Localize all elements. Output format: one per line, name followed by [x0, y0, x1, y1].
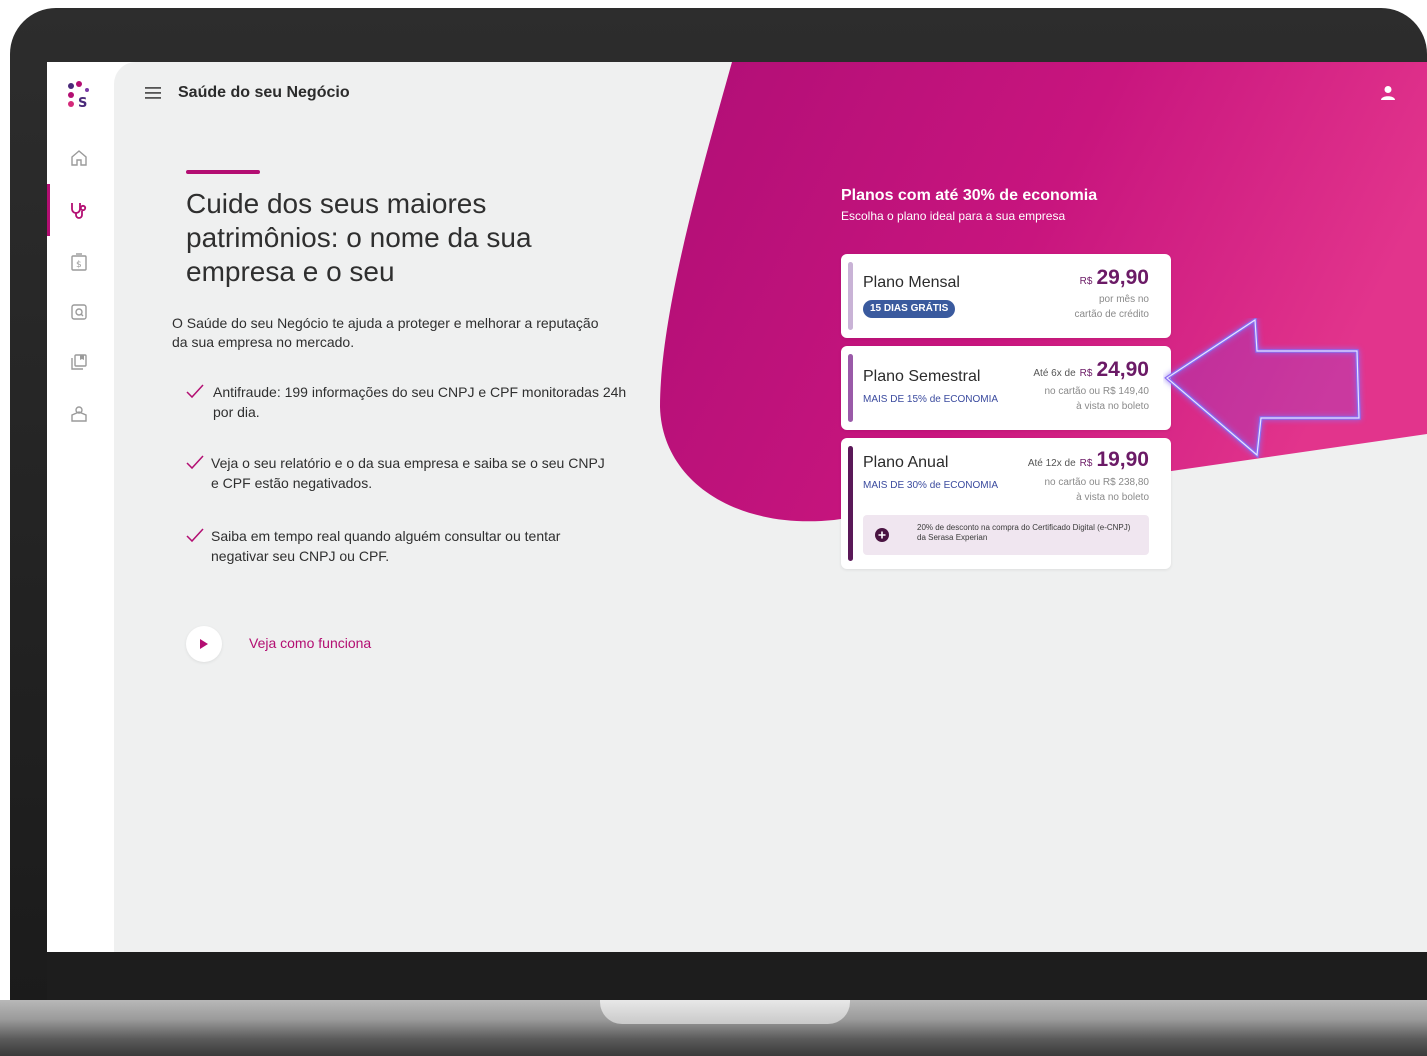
plans-subheading: Escolha o plano ideal para a sua empresa: [841, 209, 1066, 223]
plan-card-mensal[interactable]: Plano Mensal 15 DIAS GRÁTIS R$ 29,90 por…: [841, 254, 1171, 338]
plan-note: cartão de crédito: [1074, 309, 1150, 320]
plan-note: à vista no boleto: [1076, 492, 1149, 503]
plus-icon: [875, 528, 889, 542]
headline-accent-line: [186, 170, 260, 174]
plan-note: à vista no boleto: [1076, 401, 1149, 412]
laptop-bezel: [47, 952, 1427, 1000]
video-link[interactable]: Veja como funciona: [249, 635, 371, 651]
consumer-icon[interactable]: [67, 402, 91, 426]
benefit-item: Antifraude: 199 informações do seu CNPJ …: [213, 384, 627, 420]
laptop-notch: [600, 1000, 850, 1024]
main-content: Saúde do seu Negócio Cuide dos seus maio…: [114, 62, 1427, 952]
hamburger-menu-icon[interactable]: [142, 82, 164, 104]
plan-perk-box: 20% de desconto na compra do Certificado…: [863, 515, 1149, 555]
play-video-button[interactable]: [186, 626, 222, 662]
side-nav: S $: [47, 62, 114, 952]
plan-price: 24,90: [1096, 358, 1149, 381]
plan-currency: R$: [1079, 276, 1093, 287]
plan-price-row: Até 6x de R$ 24,90: [1033, 358, 1149, 382]
search-document-icon[interactable]: [67, 300, 91, 324]
plan-card-anual[interactable]: Plano Anual MAIS DE 30% de ECONOMIA Até …: [841, 438, 1171, 569]
plan-card-semestral[interactable]: Plano Semestral MAIS DE 15% de ECONOMIA …: [841, 346, 1171, 430]
check-icon: [186, 384, 204, 399]
plan-color-bar: [848, 446, 853, 561]
serasa-logo[interactable]: S: [65, 80, 95, 112]
plan-note: no cartão ou R$ 238,80: [1044, 477, 1149, 488]
plan-economy: MAIS DE 15% de ECONOMIA: [863, 394, 999, 405]
plan-price-row: R$ 29,90: [1080, 266, 1149, 290]
benefit-item: Veja o seu relatório e o da sua empresa …: [211, 455, 605, 491]
home-icon[interactable]: [67, 146, 91, 170]
plan-prefix: Até 6x de: [1033, 368, 1076, 379]
svg-text:$: $: [76, 260, 82, 270]
plan-color-bar: [848, 354, 853, 422]
nav-active-indicator: [47, 184, 50, 236]
plan-economy: MAIS DE 30% de ECONOMIA: [863, 480, 999, 491]
svg-text:S: S: [78, 96, 87, 111]
plan-color-bar: [848, 262, 853, 330]
plan-currency: R$: [1079, 458, 1093, 469]
plan-prefix: Até 12x de: [1027, 458, 1076, 469]
check-icon: [186, 528, 204, 543]
user-icon[interactable]: [1377, 82, 1399, 104]
money-icon[interactable]: $: [67, 250, 91, 274]
play-icon: [200, 639, 208, 649]
check-icon: [186, 455, 204, 470]
plan-price-row: Até 12x de R$ 19,90: [1028, 448, 1149, 472]
plan-name: Plano Semestral: [863, 368, 981, 385]
plan-price: 19,90: [1096, 448, 1149, 471]
plan-note: no cartão ou R$ 149,40: [1044, 386, 1149, 397]
arrow-icon: [1164, 318, 1361, 458]
plan-currency: R$: [1079, 368, 1093, 379]
plan-note: por mês no: [1098, 294, 1149, 305]
screen: S $ Saúde do seu Negócio Cuide dos seus …: [47, 62, 1427, 952]
copy-icon[interactable]: [67, 350, 91, 374]
plan-perk-text: 20% de desconto na compra do Certificado…: [917, 523, 1131, 542]
plans-heading: Planos com até 30% de economia: [841, 187, 1098, 204]
benefit-item: Saiba em tempo real quando alguém consul…: [211, 528, 561, 564]
stethoscope-icon[interactable]: [67, 198, 91, 222]
page-title: Saúde do seu Negócio: [178, 84, 350, 101]
hero-intro: O Saúde do seu Negócio te ajuda a proteg…: [172, 315, 599, 350]
hero-headline: Cuide dos seus maiores patrimônios: o no…: [186, 188, 532, 287]
plan-name: Plano Anual: [863, 454, 949, 471]
plan-price: 29,90: [1096, 266, 1149, 289]
free-trial-badge: 15 DIAS GRÁTIS: [863, 300, 956, 318]
plan-name: Plano Mensal: [863, 274, 960, 291]
